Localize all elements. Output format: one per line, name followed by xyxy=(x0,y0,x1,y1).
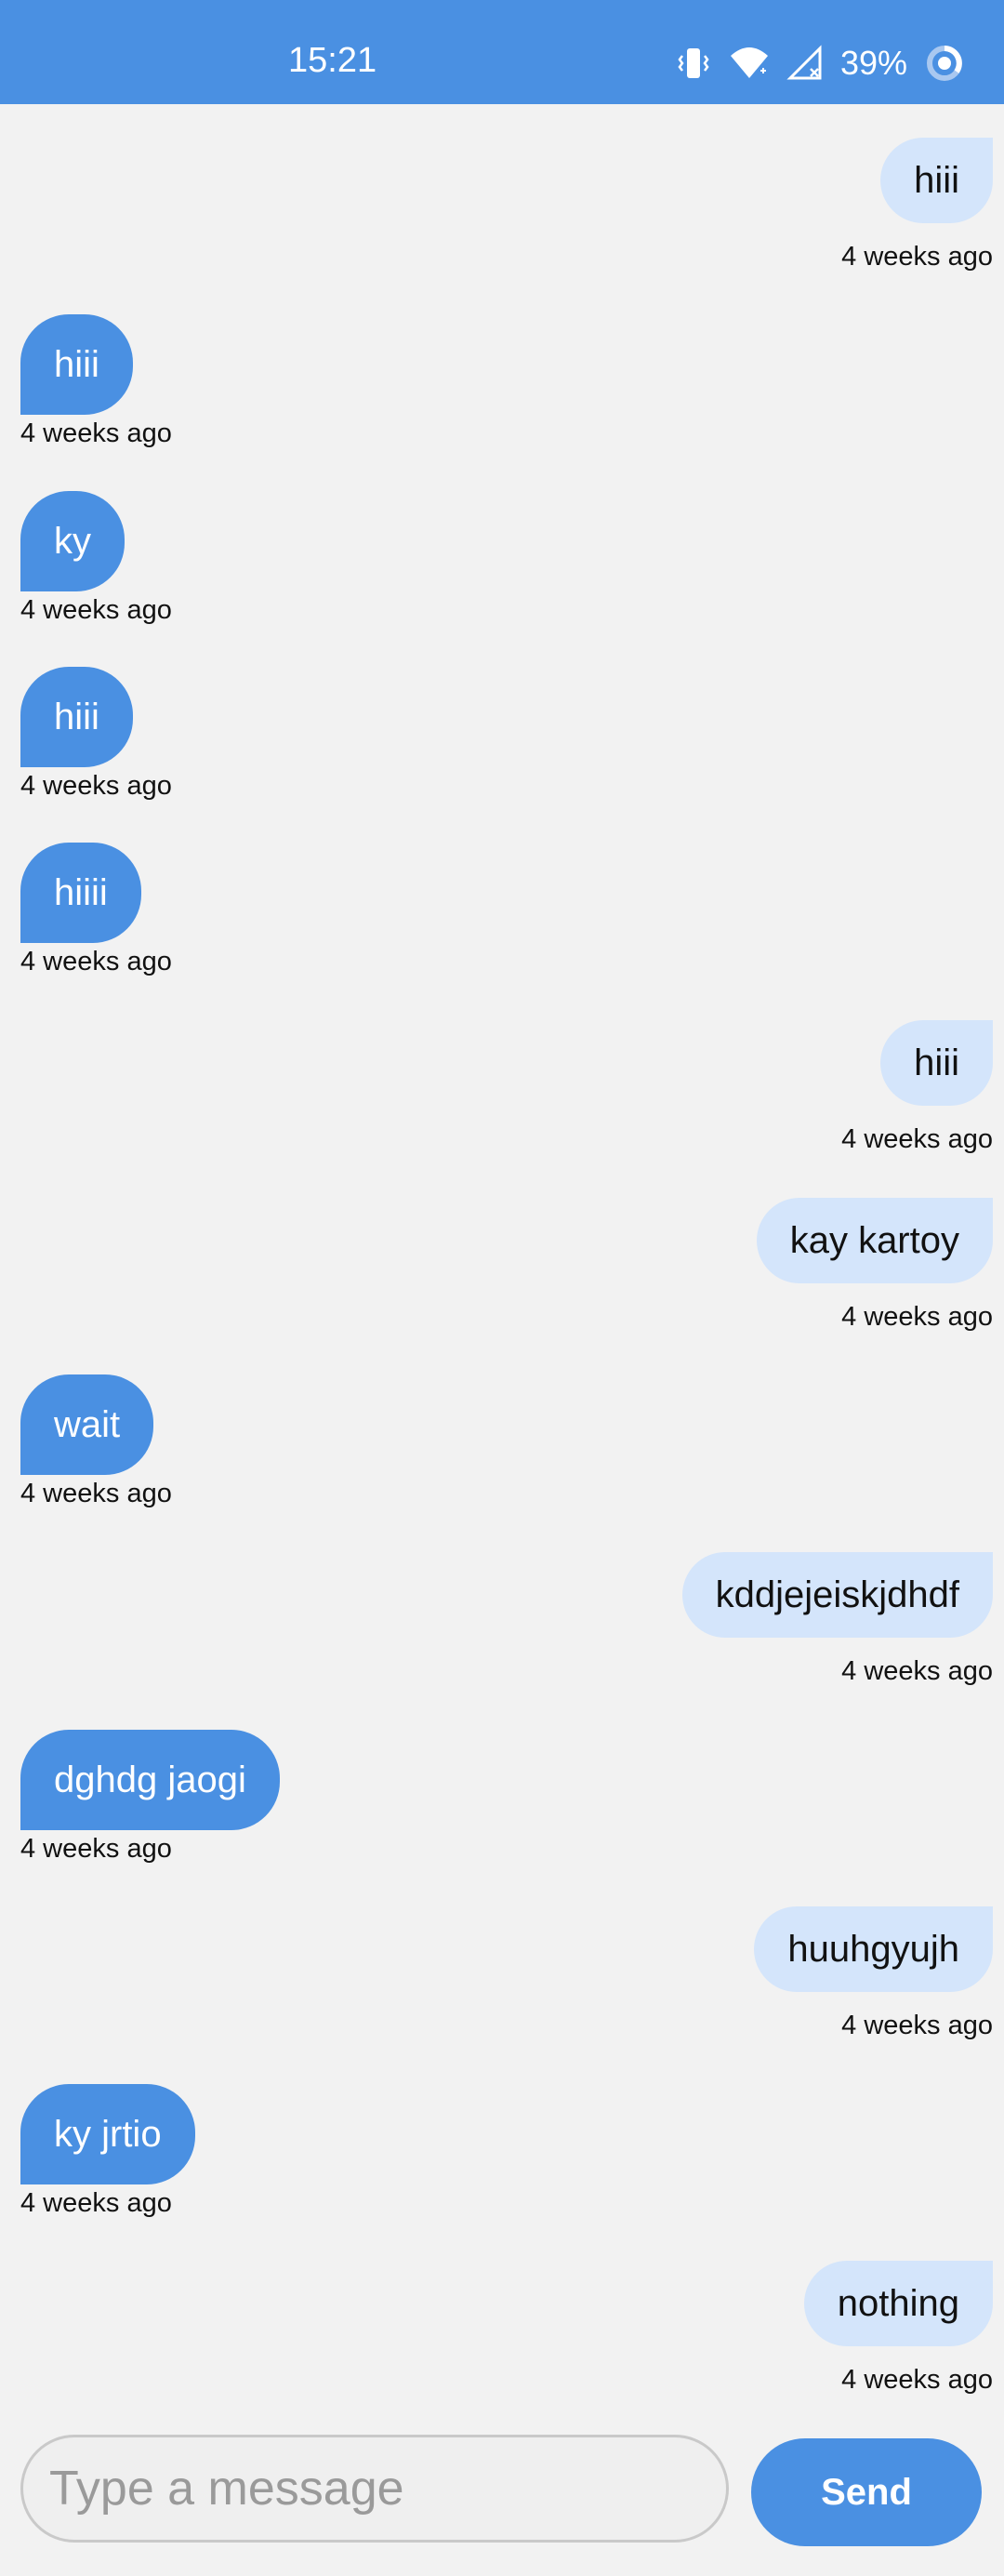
battery-percent: 39% xyxy=(839,44,907,82)
message-time: 4 weeks ago xyxy=(20,2188,172,2218)
message-time: 4 weeks ago xyxy=(20,771,172,801)
message-time: 4 weeks ago xyxy=(20,595,172,625)
message-bubble[interactable]: hiii xyxy=(20,667,133,767)
message-outgoing: kddjejeiskjdhdf 4 weeks ago xyxy=(681,1552,993,1686)
status-time: 15:21 xyxy=(288,41,377,80)
status-icons: 39% xyxy=(675,43,965,84)
message-time: 4 weeks ago xyxy=(20,947,172,976)
message-time: 4 weeks ago xyxy=(841,1656,993,1686)
status-bar: 15:21 39% xyxy=(0,0,1004,104)
message-time: 4 weeks ago xyxy=(841,1124,993,1154)
message-bubble[interactable]: nothing xyxy=(803,2261,993,2346)
message-bubble[interactable]: hiii xyxy=(880,1020,993,1106)
message-time: 4 weeks ago xyxy=(841,2365,993,2395)
message-outgoing: hiii 4 weeks ago xyxy=(841,138,993,271)
message-bubble[interactable]: dghdg jaogi xyxy=(20,1730,280,1830)
message-bubble[interactable]: kddjejeiskjdhdf xyxy=(681,1552,993,1638)
no-signal-icon xyxy=(786,45,824,82)
message-time: 4 weeks ago xyxy=(841,242,993,272)
message-bubble[interactable]: ky xyxy=(20,491,125,591)
message-time: 4 weeks ago xyxy=(841,2011,993,2040)
message-composer: Send xyxy=(0,2420,1004,2576)
message-outgoing: nothing 4 weeks ago xyxy=(803,2261,993,2395)
message-incoming: dghdg jaogi 4 weeks ago xyxy=(20,1730,280,1863)
message-incoming: hiii 4 weeks ago xyxy=(20,314,172,447)
message-incoming: hiii 4 weeks ago xyxy=(20,667,172,800)
message-incoming: hiiii 4 weeks ago xyxy=(20,843,172,976)
message-incoming: ky 4 weeks ago xyxy=(20,491,172,624)
wifi-icon xyxy=(729,45,770,82)
message-time: 4 weeks ago xyxy=(20,1479,172,1508)
message-time: 4 weeks ago xyxy=(841,1302,993,1332)
send-button[interactable]: Send xyxy=(751,2438,982,2546)
vibrate-icon xyxy=(675,45,712,82)
message-outgoing: hiii 4 weeks ago xyxy=(841,1020,993,1153)
message-outgoing: kay kartoy 4 weeks ago xyxy=(756,1198,993,1332)
battery-ring-icon xyxy=(924,43,965,84)
message-incoming: wait 4 weeks ago xyxy=(20,1374,172,1507)
message-outgoing: huuhgyujh 4 weeks ago xyxy=(754,1906,993,2039)
message-bubble[interactable]: kay kartoy xyxy=(756,1198,993,1283)
message-bubble[interactable]: hiii xyxy=(20,314,133,415)
message-bubble[interactable]: hiii xyxy=(880,138,993,223)
message-bubble[interactable]: huuhgyujh xyxy=(754,1906,993,1992)
message-bubble[interactable]: ky jrtio xyxy=(20,2084,195,2184)
message-bubble[interactable]: hiiii xyxy=(20,843,141,943)
message-list[interactable]: hiii 4 weeks ago hiii 4 weeks ago ky 4 w… xyxy=(0,104,1004,2420)
message-bubble[interactable]: wait xyxy=(20,1374,154,1475)
message-input[interactable] xyxy=(20,2435,729,2543)
message-time: 4 weeks ago xyxy=(20,1834,172,1864)
message-incoming: ky jrtio 4 weeks ago xyxy=(20,2084,195,2217)
message-time: 4 weeks ago xyxy=(20,418,172,448)
